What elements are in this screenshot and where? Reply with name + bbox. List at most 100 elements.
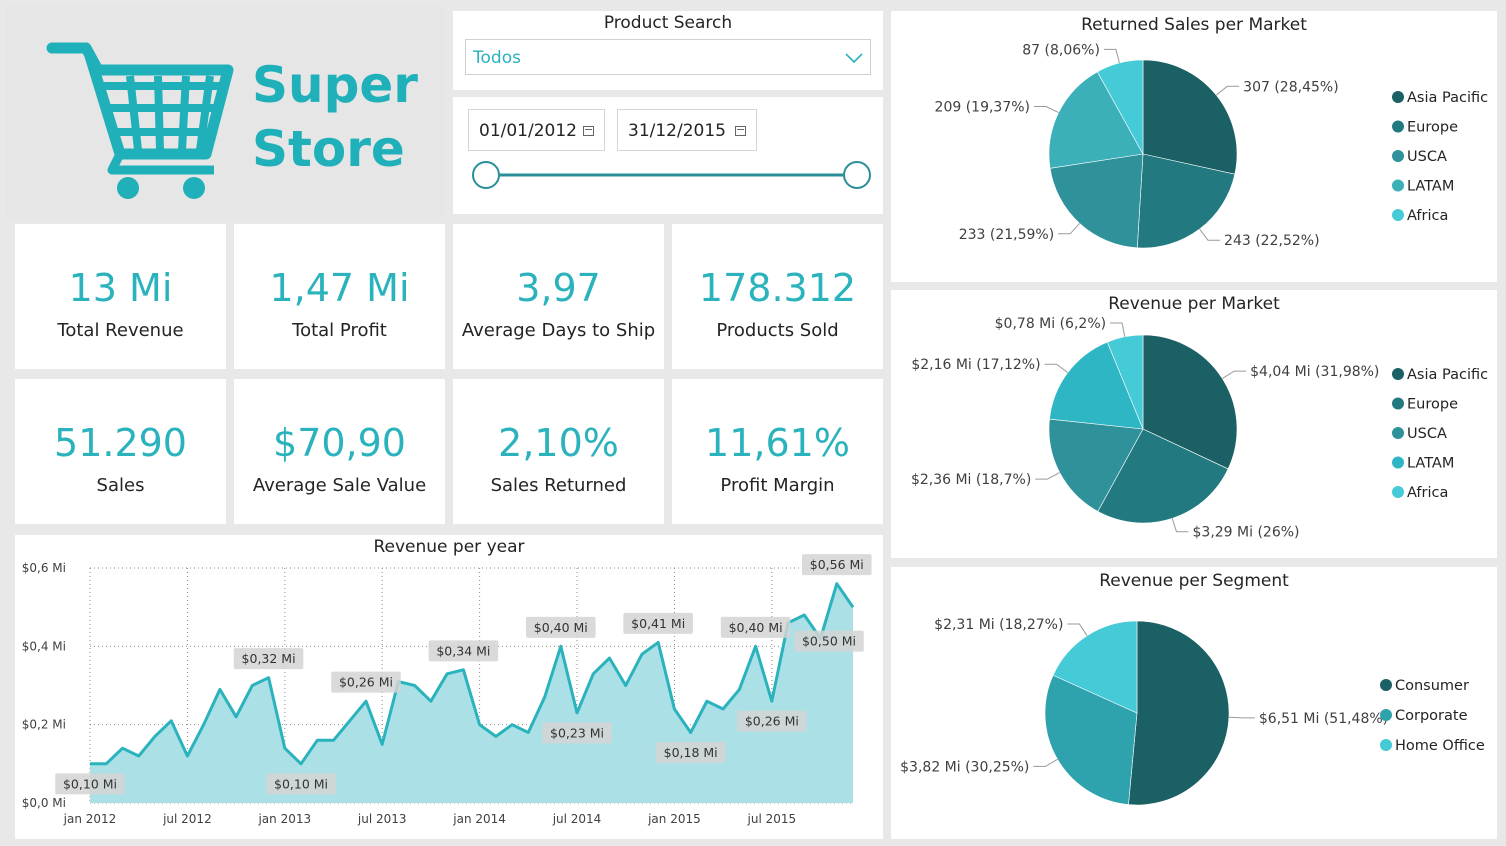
kpi-card-total-profit: 1,47 Mi Total Profit xyxy=(234,224,445,369)
pie-data-label: $4,04 Mi (31,98%) xyxy=(1250,364,1379,380)
start-date-input[interactable]: 01/01/2012 xyxy=(468,109,605,151)
revenue-per-year-panel: Revenue per year $0,0 Mi $0,2 Mi $0,4 Mi $0,… xyxy=(15,535,883,839)
x-tick-label: jul 2013 xyxy=(357,812,407,826)
y-tick-label: $0,6 Mi xyxy=(22,561,66,575)
pie-data-label: $2,31 Mi (18,27%) xyxy=(934,617,1063,633)
x-tick-label: jan 2012 xyxy=(63,812,117,826)
legend-marker-icon xyxy=(1392,150,1404,162)
legend-marker-icon xyxy=(1392,397,1404,410)
pie-leader-line xyxy=(1215,85,1240,96)
revenue-per-segment-panel: Revenue per Segment $6,51 Mi (51,48%) $3,8… xyxy=(891,567,1497,839)
legend-marker-icon xyxy=(1392,209,1404,221)
pie-slice xyxy=(1128,620,1230,806)
kpi-card-total-revenue: 13 Mi Total Revenue xyxy=(15,224,226,369)
brand-line-1: Super xyxy=(252,56,418,114)
kpi-value: 2,10% xyxy=(498,421,619,465)
end-date-input[interactable]: 31/12/2015 xyxy=(617,109,757,151)
kpi-label: Sales xyxy=(96,475,145,496)
x-tick-label: jan 2015 xyxy=(647,812,701,826)
start-date-value: 01/01/2012 xyxy=(479,121,577,141)
legend-marker-icon xyxy=(1392,179,1404,192)
data-label: $0,40 Mi xyxy=(729,620,783,635)
date-range-slider[interactable] xyxy=(453,152,883,202)
returned-sales-per-market-panel: Returned Sales per Market 307 (28,45%) 243… xyxy=(891,11,1497,282)
kpi-label: Total Profit xyxy=(292,320,387,341)
revenue-per-market-panel: Revenue per Market $4,04 Mi (31,98%) $3,29… xyxy=(891,290,1497,558)
revenue-per-year-chart[interactable]: Revenue per year $0,0 Mi $0,2 Mi $0,4 Mi $0,… xyxy=(15,535,883,839)
legend-label: USCA xyxy=(1407,426,1447,442)
legend-marker-icon xyxy=(1392,427,1404,439)
kpi-card-sales-returned: 2,10% Sales Returned xyxy=(453,379,664,524)
pie-data-label: 243 (22,52%) xyxy=(1224,233,1319,249)
x-tick-label: jul 2015 xyxy=(747,812,797,826)
data-label: $0,56 Mi xyxy=(810,557,864,572)
kpi-card-average-sale-value: $70,90 Average Sale Value xyxy=(234,379,445,524)
kpi-card-products-sold: 178.312 Products Sold xyxy=(672,224,883,369)
pie-data-label: 307 (28,45%) xyxy=(1243,79,1338,95)
pie-leader-line xyxy=(1222,370,1247,380)
data-label: $0,41 Mi xyxy=(631,616,685,631)
y-tick-label: $0,0 Mi xyxy=(22,796,66,810)
data-label: $0,50 Mi xyxy=(802,634,856,649)
kpi-value: 13 Mi xyxy=(68,266,173,310)
x-tick-label: jan 2014 xyxy=(452,812,506,826)
kpi-label: Average Days to Ship xyxy=(461,320,656,341)
legend-label: Home Office xyxy=(1395,738,1485,754)
product-search-dropdown[interactable]: Todos xyxy=(465,39,871,75)
brand-line-2: Store xyxy=(252,120,405,178)
legend-label: USCA xyxy=(1407,149,1447,165)
pie-leader-line xyxy=(1033,758,1058,767)
revenue-per-market-chart[interactable]: Revenue per Market $4,04 Mi (31,98%) $3,29… xyxy=(891,290,1497,558)
kpi-card-average-days-to-ship: 3,97 Average Days to Ship xyxy=(453,224,664,369)
data-label: $0,10 Mi xyxy=(274,776,328,791)
chevron-down-icon xyxy=(845,53,863,64)
data-label: $0,34 Mi xyxy=(436,643,490,658)
pie-leader-line xyxy=(1199,228,1220,241)
legend-marker-icon xyxy=(1380,709,1392,721)
legend-marker-icon xyxy=(1392,456,1404,469)
brand-logo: Super Store xyxy=(6,6,444,218)
product-search-value: Todos xyxy=(473,48,521,68)
end-date-value: 31/12/2015 xyxy=(628,121,726,141)
legend-label: Africa xyxy=(1407,485,1448,501)
kpi-label: Profit Margin xyxy=(720,475,835,496)
legend-label: LATAM xyxy=(1407,456,1454,472)
data-label: $0,32 Mi xyxy=(242,651,296,666)
legend-label: LATAM xyxy=(1407,179,1454,195)
calendar-icon[interactable] xyxy=(583,126,594,136)
pie-data-label: 233 (21,59%) xyxy=(959,227,1054,243)
pie-data-label: 209 (19,37%) xyxy=(935,99,1030,115)
kpi-card-sales: 51.290 Sales xyxy=(15,379,226,524)
calendar-icon[interactable] xyxy=(735,126,746,136)
kpi-label: Average Sale Value xyxy=(252,475,427,496)
pie-data-label: $0,78 Mi (6,2%) xyxy=(995,316,1106,332)
chart-title: Revenue per year xyxy=(373,537,524,557)
legend-label: Europe xyxy=(1407,120,1458,136)
pie-data-label: $2,36 Mi (18,7%) xyxy=(911,472,1031,488)
returned-sales-per-market-chart[interactable]: Returned Sales per Market 307 (28,45%) 243… xyxy=(891,11,1497,282)
y-tick-label: $0,2 Mi xyxy=(22,718,66,732)
chart-title: Revenue per Market xyxy=(1108,294,1280,314)
kpi-value: 51.290 xyxy=(54,421,187,465)
pie-data-label: 87 (8,06%) xyxy=(1022,42,1100,58)
pie-leader-line xyxy=(1171,518,1189,533)
pie-data-label: $3,29 Mi (26%) xyxy=(1193,525,1300,541)
legend-marker-icon xyxy=(1380,679,1392,691)
pie-leader-line xyxy=(1035,472,1060,480)
kpi-value: 3,97 xyxy=(516,266,601,310)
kpi-value: 1,47 Mi xyxy=(269,266,410,310)
revenue-per-segment-chart[interactable]: Revenue per Segment $6,51 Mi (51,48%) $3,8… xyxy=(891,567,1497,839)
legend-marker-icon xyxy=(1380,739,1392,751)
kpi-card-profit-margin: 11,61% Profit Margin xyxy=(672,379,883,524)
pie-leader-line xyxy=(1034,106,1059,114)
pie-leader-line xyxy=(1044,363,1069,373)
slider-end-handle[interactable] xyxy=(843,161,871,189)
kpi-value: 11,61% xyxy=(705,421,850,465)
pie-leader-line xyxy=(1058,223,1080,235)
slider-start-handle[interactable] xyxy=(472,161,500,189)
pie-data-label: $2,16 Mi (17,12%) xyxy=(911,357,1040,373)
data-label: $0,26 Mi xyxy=(745,714,799,729)
x-tick-label: jan 2013 xyxy=(257,812,311,826)
kpi-label: Sales Returned xyxy=(490,475,627,496)
data-label: $0,40 Mi xyxy=(534,620,588,635)
